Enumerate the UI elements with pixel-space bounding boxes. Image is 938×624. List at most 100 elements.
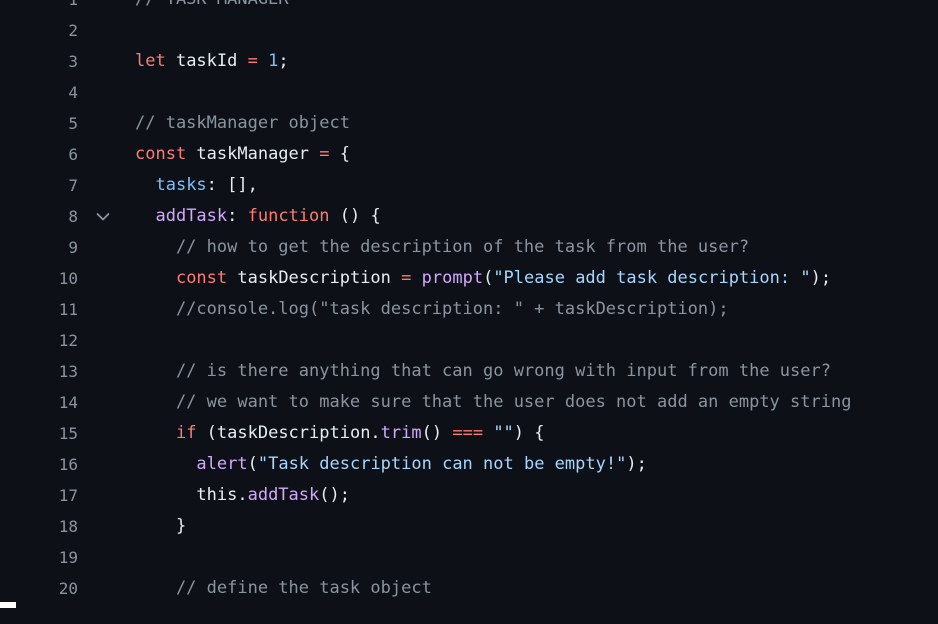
line-number: 20: [58, 579, 78, 598]
code-line[interactable]: 20 // define the task object: [0, 573, 938, 604]
code-line[interactable]: 3 let taskId = 1;: [0, 46, 938, 77]
code-token: //console.log("task description: " + tas…: [135, 299, 729, 319]
code-token: taskManager: [186, 144, 320, 164]
code-token: (taskDescription.: [196, 423, 381, 443]
code-token: ;: [278, 51, 289, 71]
code-token: this.: [135, 485, 248, 505]
code-line[interactable]: 10 const taskDescription = prompt("Pleas…: [0, 263, 938, 294]
code-line[interactable]: 11 //console.log("task description: " + …: [0, 294, 938, 325]
code-line[interactable]: 5 // taskManager object: [0, 108, 938, 139]
code-token: ) {: [513, 423, 545, 443]
line-number: 19: [58, 548, 78, 567]
code-editor[interactable]: 1 // TASK MANAGER 2 3 let taskId = 1; 4 5 // ta…: [0, 0, 938, 624]
code-text: const taskManager = {: [135, 139, 350, 170]
line-number: 9: [68, 238, 78, 257]
code-token: alert: [196, 454, 248, 474]
code-token: : [],: [206, 175, 258, 195]
code-token: "Please add task description: ": [493, 268, 811, 288]
scroll-corner: [0, 602, 16, 608]
code-token: ();: [319, 485, 350, 505]
code-line[interactable]: 8 addTask: function () {: [0, 201, 938, 232]
code-token: // how to get the description of the tas…: [135, 237, 750, 257]
code-token: ===: [452, 423, 484, 443]
code-token: "Task description can not be empty!": [257, 454, 627, 474]
code-token: // taskManager object: [135, 113, 350, 133]
code-token: trim: [380, 423, 422, 443]
code-text: const taskDescription = prompt("Please a…: [135, 263, 831, 294]
code-token: let: [135, 51, 166, 71]
code-line[interactable]: 18 }: [0, 511, 938, 542]
code-token: 1: [268, 51, 279, 71]
code-token: if: [175, 423, 197, 443]
code-line[interactable]: 2: [0, 15, 938, 46]
code-token: taskDescription: [227, 268, 402, 288]
code-token: function: [247, 206, 330, 226]
code-token: =: [319, 144, 330, 164]
code-line[interactable]: 13 // is there anything that can go wron…: [0, 356, 938, 387]
line-number: 8: [68, 207, 78, 226]
code-token: (: [483, 268, 494, 288]
chevron-down-icon[interactable]: [94, 201, 112, 232]
code-token: // TASK MANAGER: [135, 0, 289, 9]
line-number: 12: [58, 331, 78, 350]
line-number: 6: [68, 145, 78, 164]
code-line[interactable]: 17 this.addTask();: [0, 480, 938, 511]
code-line[interactable]: 16 alert("Task description can not be em…: [0, 449, 938, 480]
code-line[interactable]: 14 // we want to make sure that the user…: [0, 387, 938, 418]
line-number: 11: [58, 300, 78, 319]
line-number: 18: [58, 517, 78, 536]
code-text: // define the task object: [135, 573, 432, 604]
code-line[interactable]: 4: [0, 77, 938, 108]
code-token: (: [247, 454, 258, 474]
code-text: addTask: function () {: [135, 201, 380, 232]
line-number: 13: [58, 362, 78, 381]
code-line[interactable]: 6 const taskManager = {: [0, 139, 938, 170]
code-token: tasks: [155, 175, 207, 195]
code-token: }: [135, 516, 187, 536]
code-text: alert("Task description can not be empty…: [135, 449, 647, 480]
line-number: 14: [58, 393, 78, 412]
line-number: 5: [68, 114, 78, 133]
code-token: {: [329, 144, 350, 164]
code-line[interactable]: 15 if (taskDescription.trim() === "") {: [0, 418, 938, 449]
code-text: if (taskDescription.trim() === "") {: [135, 418, 545, 449]
code-token: addTask: [247, 485, 320, 505]
code-token: =: [247, 51, 258, 71]
code-text: // is there anything that can go wrong w…: [135, 356, 831, 387]
line-number: 4: [68, 83, 78, 102]
code-text: tasks: [],: [135, 170, 258, 201]
line-number: 17: [58, 486, 78, 505]
code-line[interactable]: 19: [0, 542, 938, 573]
line-number: 10: [58, 269, 78, 288]
code-text: // taskManager object: [135, 108, 350, 139]
code-line[interactable]: 9 // how to get the description of the t…: [0, 232, 938, 263]
code-line[interactable]: 7 tasks: [],: [0, 170, 938, 201]
code-token: prompt: [421, 268, 484, 288]
code-token: "": [493, 423, 514, 443]
code-token: =: [401, 268, 412, 288]
code-line[interactable]: 12: [0, 325, 938, 356]
code-token: addTask: [155, 206, 228, 226]
code-token: // define the task object: [135, 578, 432, 598]
code-token: );: [810, 268, 832, 288]
line-number: 2: [68, 21, 78, 40]
code-line[interactable]: 1 // TASK MANAGER: [0, 0, 938, 15]
code-text: this.addTask();: [135, 480, 350, 511]
code-text: }: [135, 511, 186, 542]
code-token: :: [227, 206, 248, 226]
code-token: );: [626, 454, 647, 474]
code-token: const: [175, 268, 228, 288]
line-number: 3: [68, 52, 78, 71]
code-token: (): [421, 423, 453, 443]
code-text: //console.log("task description: " + tas…: [135, 294, 729, 325]
line-number: 1: [0, 0, 78, 15]
code-token: // is there anything that can go wrong w…: [135, 361, 831, 381]
line-number: 15: [58, 424, 78, 443]
